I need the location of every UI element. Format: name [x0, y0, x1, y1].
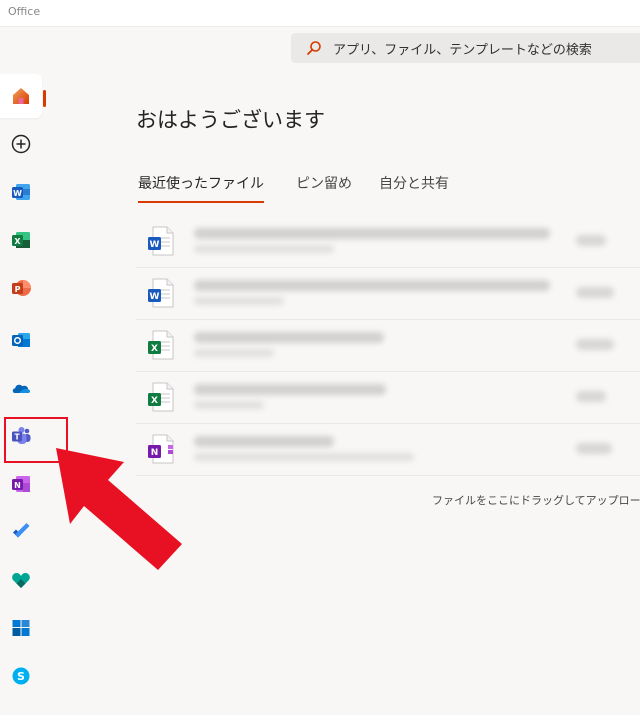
file-row[interactable]: W [136, 267, 640, 320]
window-title: Office [8, 5, 41, 18]
powerpoint-icon: P [12, 280, 31, 296]
file-name-redacted [194, 280, 550, 291]
search-box[interactable]: アプリ、ファイル、テンプレートなどの検索 [291, 33, 640, 63]
svg-text:W: W [13, 189, 22, 198]
sidebar-item-family-safety[interactable] [0, 558, 42, 602]
file-name-redacted [194, 384, 386, 395]
greeting-heading: おはようございます [136, 108, 325, 132]
sidebar-item-powerpoint[interactable]: P [0, 266, 42, 310]
search-placeholder: アプリ、ファイル、テンプレートなどの検索 [333, 43, 592, 58]
file-name-redacted [194, 228, 550, 239]
file-path-redacted [194, 453, 414, 461]
file-date-redacted [576, 235, 606, 246]
excel-icon: X [12, 232, 30, 248]
family-safety-icon [12, 572, 30, 588]
svg-text:X: X [151, 396, 158, 406]
file-row[interactable]: X [136, 319, 640, 372]
sidebar-item-store[interactable] [0, 606, 42, 650]
sidebar-item-home[interactable] [0, 74, 46, 118]
todo-icon [13, 523, 30, 538]
sidebar-item-onenote[interactable]: N [0, 462, 42, 506]
store-icon [12, 620, 30, 636]
file-date-redacted [576, 391, 606, 402]
file-row[interactable]: W [136, 215, 640, 268]
onenote-icon: N [12, 476, 30, 492]
sidebar-item-todo[interactable] [0, 510, 42, 554]
file-path-redacted [194, 401, 264, 409]
svg-text:X: X [14, 237, 21, 246]
file-path-redacted [194, 349, 274, 357]
word-file-icon: W [148, 226, 174, 256]
plus-circle-icon [11, 134, 31, 154]
sidebar-item-onedrive[interactable] [0, 366, 42, 410]
file-path-redacted [194, 297, 284, 305]
sidebar-item-create[interactable] [0, 122, 42, 166]
file-date-redacted [576, 443, 612, 454]
file-row[interactable]: N [136, 423, 640, 476]
svg-text:S: S [17, 670, 25, 683]
svg-text:P: P [15, 285, 21, 294]
file-name-redacted [194, 332, 384, 343]
red-pointer-arrow-icon [56, 448, 182, 570]
sidebar-item-word[interactable]: W [0, 170, 42, 214]
tab-shared[interactable]: 自分と共有 [379, 173, 449, 201]
title-bar: Office [0, 0, 640, 27]
svg-text:N: N [14, 481, 21, 490]
excel-file-icon: X [148, 382, 174, 412]
upload-drop-hint: ファイルをここにドラッグしてアップロー [432, 494, 640, 507]
tab-pinned[interactable]: ピン留め [296, 173, 352, 201]
file-path-redacted [194, 245, 334, 253]
skype-icon: S [12, 667, 30, 685]
svg-text:W: W [150, 292, 160, 302]
file-date-redacted [576, 339, 614, 350]
svg-text:X: X [151, 344, 158, 354]
tab-recent[interactable]: 最近使ったファイル [138, 173, 264, 203]
word-icon: W [12, 184, 30, 200]
sidebar-item-excel[interactable]: X [0, 218, 42, 262]
sidebar-item-skype[interactable]: S [0, 654, 42, 698]
outlook-icon [12, 333, 30, 347]
excel-file-icon: X [148, 330, 174, 360]
file-date-redacted [576, 287, 614, 298]
onedrive-icon [12, 384, 30, 393]
active-indicator [43, 90, 46, 107]
app-sidebar: W X P T N S [0, 70, 46, 715]
file-name-redacted [194, 436, 334, 447]
file-row[interactable]: X [136, 371, 640, 424]
home-icon [13, 88, 29, 104]
word-file-icon: W [148, 278, 174, 308]
search-icon [307, 41, 321, 55]
svg-text:W: W [150, 240, 160, 250]
sidebar-item-outlook[interactable] [0, 318, 42, 362]
